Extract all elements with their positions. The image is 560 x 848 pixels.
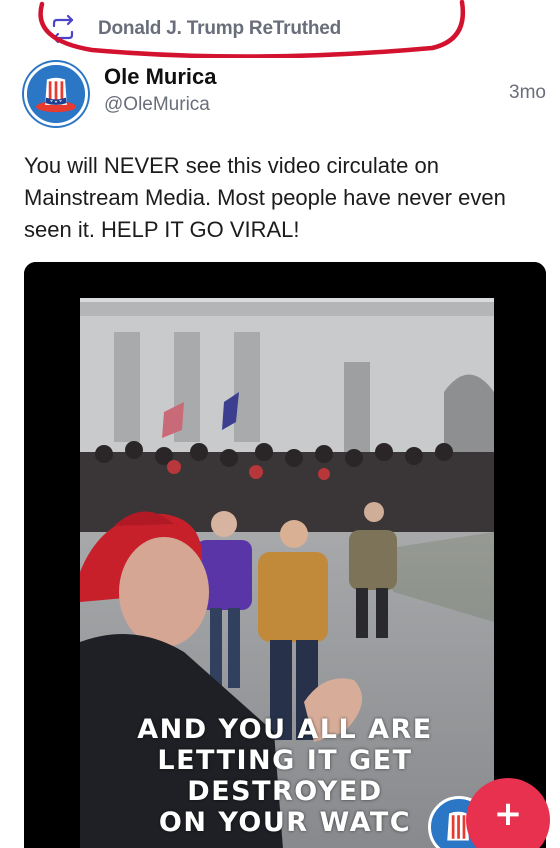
post-header: Ole Murica @OleMurica 3mo: [24, 60, 546, 130]
caption-line: LETTING IT GET: [157, 745, 413, 776]
retruth-icon: [48, 14, 78, 44]
uncle-sam-hat-avatar-icon: [27, 65, 85, 123]
author-handle[interactable]: @OleMurica: [104, 94, 210, 116]
post-timestamp: 3mo: [509, 82, 546, 103]
retruth-row: Donald J. Trump ReTruthed: [48, 14, 341, 44]
caption-line: AND YOU ALL ARE: [137, 714, 433, 745]
avatar[interactable]: [24, 62, 88, 126]
author-display-name[interactable]: Ole Murica: [104, 64, 216, 90]
post-text: You will NEVER see this video circulate …: [24, 153, 506, 242]
retruth-label[interactable]: Donald J. Trump ReTruthed: [98, 18, 341, 40]
post-video[interactable]: AND YOU ALL ARE LETTING IT GET DESTROYED…: [24, 262, 546, 848]
compose-plus-icon: +: [493, 794, 523, 834]
